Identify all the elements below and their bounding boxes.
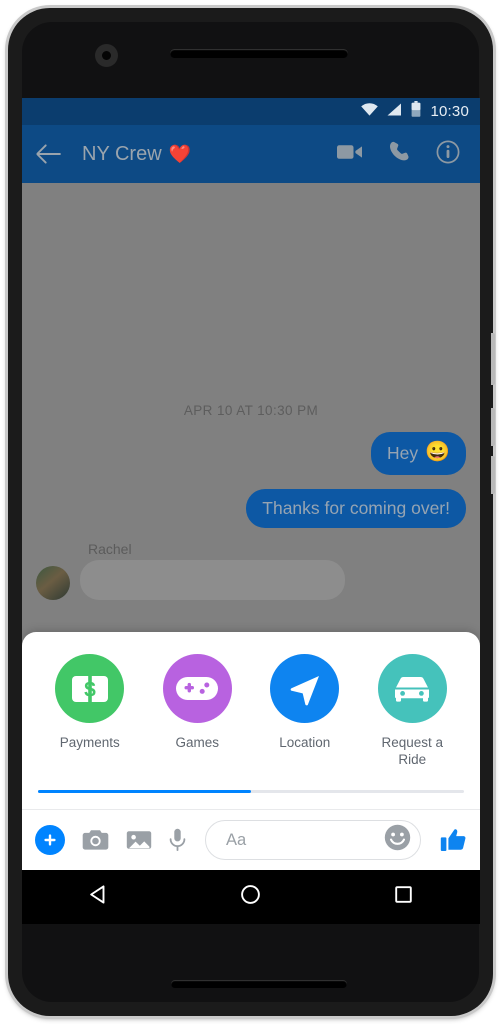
nav-recents-square-icon[interactable] [392,883,415,911]
shortcut-grid: $ Payments Games Location Request a Ride [22,632,480,773]
attachment-bottom-sheet: $ Payments Games Location Request a Ride… [22,632,480,870]
shortcut-payments[interactable]: $ Payments [36,654,144,769]
gallery-icon[interactable] [126,829,152,851]
message-input-field[interactable]: Aa [205,820,421,860]
composer-bar: Aa [22,810,480,870]
voice-call-button[interactable] [389,141,410,167]
message-row: Hey 😀 [36,432,466,475]
svg-text:$: $ [84,678,96,701]
payments-circle: $ [55,654,125,724]
android-nav-bar [22,870,480,924]
microphone-icon[interactable] [169,828,186,852]
money-bill-dollar-icon: $ [71,673,108,704]
message-row: Thanks for coming over! [36,488,466,528]
status-bar: 10:30 [22,98,480,125]
page-indicator[interactable] [38,790,464,793]
add-attachment-icon[interactable] [35,825,65,855]
cellular-signal-icon [387,103,402,121]
shortcut-label: Request a Ride [381,735,444,768]
battery-icon [411,101,421,122]
nav-back-triangle-icon[interactable] [87,883,110,911]
wifi-icon [361,102,379,121]
app-bar: NY Crew ❤️ [22,125,480,183]
earpiece-speaker [170,49,348,58]
message-bubble-outgoing[interactable]: Hey 😀 [370,432,466,475]
video-call-button[interactable] [337,143,363,166]
message-text: Hey [386,442,419,463]
phone-screen: 10:30 NY Crew ❤️ APR 10 AT 10:30 PM Hey … [22,98,480,870]
avatar[interactable] [36,565,70,600]
shortcut-location[interactable]: Location [251,654,359,769]
car-icon [394,676,431,702]
back-button[interactable] [36,144,76,164]
message-bubble-incoming[interactable] [80,559,345,600]
ride-circle [377,654,447,724]
paper-plane-location-icon [290,675,319,706]
volume-down-button[interactable] [491,456,495,494]
bottom-speaker [171,980,347,988]
shortcut-label: Games [175,735,219,751]
shortcut-label: Location [279,735,331,751]
message-row [36,559,466,600]
message-input-placeholder: Aa [226,830,247,849]
shortcut-label: Payments [59,735,120,751]
power-button[interactable] [491,333,495,385]
page-indicator-fill [38,790,251,793]
camera-icon[interactable] [82,829,109,851]
location-circle [270,654,340,724]
smiley-face-icon[interactable] [384,824,411,856]
game-controller-icon [176,677,219,701]
incoming-sender-name: Rachel [88,540,132,557]
message-emoji: 😀 [425,441,450,463]
thread-title[interactable]: NY Crew ❤️ [82,143,191,166]
thumbs-up-icon[interactable] [438,827,467,853]
thread-info-button[interactable] [436,140,460,169]
shortcut-request-a-ride[interactable]: Request a Ride [359,654,467,769]
nav-home-circle-icon[interactable] [239,883,262,911]
thread-title-text: NY Crew [82,142,162,165]
thread-actions [337,140,466,169]
volume-up-button[interactable] [491,408,495,446]
front-camera-icon [95,44,118,67]
conversation-area[interactable]: APR 10 AT 10:30 PM Hey 😀 Thanks for comi… [22,183,480,870]
status-bar-clock: 10:30 [430,103,469,120]
message-bubble-outgoing[interactable]: Thanks for coming over! [246,488,466,528]
heart-emoji: ❤️ [168,143,192,164]
date-divider: APR 10 AT 10:30 PM [183,403,319,418]
games-circle [162,654,232,724]
message-text: Thanks for coming over! [262,497,450,518]
shortcut-games[interactable]: Games [144,654,252,769]
